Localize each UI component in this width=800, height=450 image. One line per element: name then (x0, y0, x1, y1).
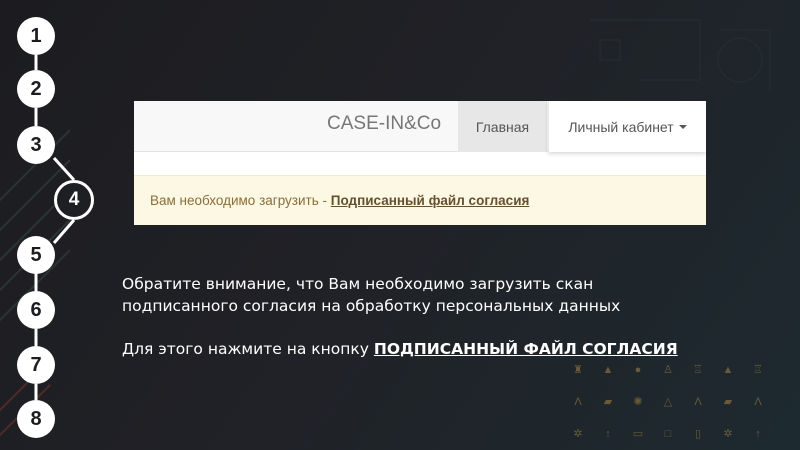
bulb-icon: ✺ (633, 396, 643, 408)
cap-icon: ▲ (602, 364, 614, 376)
trophy-icon: ♜ (573, 364, 583, 376)
alert-text: Вам необходимо загрузить - (150, 193, 331, 208)
figure-icon: ♙ (663, 364, 673, 376)
mortarboard-icon: ▰ (603, 396, 613, 408)
nav-home-link[interactable]: Главная (458, 101, 547, 152)
step-8: 8 (17, 400, 55, 438)
hat-icon: ▲ (722, 364, 734, 376)
steps-navigation: 1 2 3 4 5 6 7 8 (0, 0, 110, 450)
square-icon: □ (664, 428, 672, 440)
caret-down-icon (678, 124, 687, 129)
monitor-icon: ▭ (632, 428, 644, 440)
step-5: 5 (17, 236, 55, 274)
nav-home-label: Главная (475, 118, 530, 135)
mortarboard-icon-2: ▰ (723, 396, 733, 408)
cup-icon: ♖ (693, 364, 703, 376)
nav-cabinet-dropdown[interactable]: Личный кабинет (548, 101, 706, 152)
compass-icon-2: Λ (694, 396, 702, 408)
triangle-icon: △ (663, 396, 673, 408)
signed-consent-file-link[interactable]: Подписанный файл согласия (331, 193, 530, 208)
step-3: 3 (17, 126, 55, 164)
phone-icon: ▯ (694, 428, 702, 440)
instruction-action-prefix: Для этого нажмите на кнопку (122, 340, 374, 358)
arrow-up-icon: ↑ (605, 428, 611, 440)
instruction-paragraph: Обратите внимание, что Вам необходимо за… (122, 273, 762, 317)
arrow-up-icon-2: ↑ (755, 428, 761, 440)
gear-icon-2: ✲ (723, 428, 733, 440)
step-4-active: 4 (54, 180, 94, 220)
upload-alert: Вам необходимо загрузить - Подписанный ф… (134, 175, 706, 225)
compass-icon-3: Λ (754, 396, 762, 408)
instruction-line-2: подписанного согласия на обработку персо… (122, 297, 621, 315)
nav-cabinet-label: Личный кабинет (568, 118, 674, 135)
step-2: 2 (17, 70, 55, 108)
instruction-line-1: Обратите внимание, что Вам необходимо за… (122, 275, 594, 293)
drop-icon: ● (634, 364, 642, 376)
gear-icon: ✲ (573, 428, 583, 440)
site-brand[interactable]: CASE-IN&Co (327, 113, 441, 135)
site-screenshot: CASE-IN&Co Главная Личный кабинет Вам не… (134, 101, 706, 225)
goblet-icon: ♖ (753, 364, 763, 376)
decorative-icon-grid: ♜ ▲ ● ♙ ♖ ▲ ♖ Λ ▰ ✺ △ Λ ▰ Λ ✲ ↑ ▭ □ ▯ ✲ … (566, 356, 776, 446)
step-1: 1 (17, 17, 55, 55)
compass-icon: Λ (574, 396, 582, 408)
step-6: 6 (17, 291, 55, 329)
step-7: 7 (17, 346, 55, 384)
site-navbar: CASE-IN&Co Главная Личный кабинет (134, 101, 706, 152)
